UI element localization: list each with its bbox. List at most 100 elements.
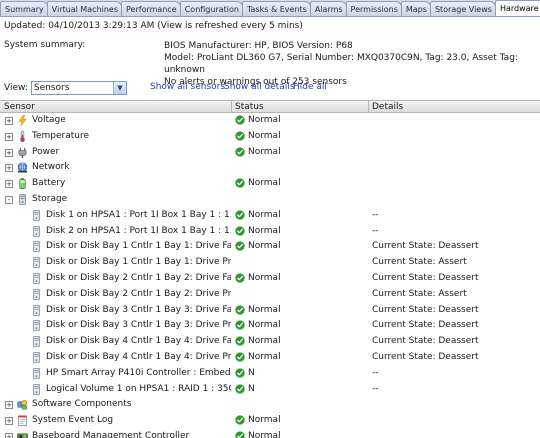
tab-performance[interactable]: Performance xyxy=(121,1,181,16)
status-cell: Normal xyxy=(235,352,281,362)
expand-icon[interactable]: + xyxy=(5,433,13,438)
status-ok-icon xyxy=(235,146,245,157)
disk-icon xyxy=(31,209,42,221)
table-row[interactable]: Disk or Disk Bay 2 Cntlr 1 Bay 2: Drive … xyxy=(0,287,540,303)
tab-storage-views[interactable]: Storage Views xyxy=(429,1,496,16)
system-summary: BIOS Manufacturer: HP, BIOS Version: P68… xyxy=(164,40,540,88)
sensor-name: Disk or Disk Bay 1 Cntlr 1 Bay 1: Drive … xyxy=(46,241,231,252)
table-row[interactable]: + Power Normal xyxy=(0,145,540,161)
table-row[interactable]: Disk 2 on HPSA1 : Port 1I Box 1 Bay 1 : … xyxy=(0,224,540,240)
show-all-details-link[interactable]: Show all details xyxy=(224,82,295,92)
status-text: N xyxy=(248,383,255,394)
table-row[interactable]: + Battery Normal xyxy=(0,176,540,192)
expand-icon[interactable]: + xyxy=(5,180,13,189)
status-cell: Normal xyxy=(235,115,281,125)
table-row[interactable]: Disk or Disk Bay 3 Cntlr 1 Bay 3: Drive … xyxy=(0,303,540,319)
tab-alarms[interactable]: Alarms xyxy=(309,1,347,16)
sensor-table: Sensor Status Details + Voltage Normal + Tem… xyxy=(0,100,540,438)
status-ok-icon xyxy=(235,225,245,236)
column-header-details[interactable]: Details xyxy=(372,102,403,112)
details-cell: Current State: Deassert xyxy=(372,273,479,283)
status-text: Normal xyxy=(248,431,281,438)
disk-icon xyxy=(31,241,42,253)
tab-tasks-events[interactable]: Tasks & Events xyxy=(241,1,311,16)
view-label: View: xyxy=(4,82,28,93)
details-cell: Current State: Assert xyxy=(372,288,467,299)
tab-summary[interactable]: Summary xyxy=(0,1,48,16)
disk-icon xyxy=(31,352,42,363)
tab-permissions[interactable]: Permissions xyxy=(345,1,402,16)
sensor-name: Power xyxy=(32,146,60,157)
sensor-name: Disk or Disk Bay 1 Cntlr 1 Bay 1: Drive … xyxy=(46,257,231,268)
details-cell: Current State: Deassert xyxy=(372,336,479,347)
status-cell: Normal xyxy=(235,336,281,346)
software-icon xyxy=(17,399,28,410)
status-ok-icon xyxy=(235,383,245,394)
disk-icon xyxy=(31,336,42,348)
tab-bar: Summary Virtual Machines Performance Config… xyxy=(0,0,540,17)
column-header-status[interactable]: Status xyxy=(235,102,264,112)
table-row[interactable]: + Voltage Normal xyxy=(0,113,540,129)
chevron-down-icon[interactable]: ▼ xyxy=(112,81,126,94)
status-text: Normal xyxy=(248,241,281,252)
expand-icon[interactable]: + xyxy=(5,117,13,125)
column-header-sensor[interactable]: Sensor xyxy=(4,102,35,112)
view-select[interactable]: Sensors ▼ xyxy=(30,80,127,95)
expand-icon[interactable]: + xyxy=(5,401,13,410)
status-ok-icon xyxy=(235,431,245,438)
column-divider[interactable] xyxy=(231,101,232,113)
expand-icon[interactable]: + xyxy=(5,132,13,141)
table-row[interactable]: Disk or Disk Bay 1 Cntlr 1 Bay 1: Drive … xyxy=(0,239,540,255)
status-text: Normal xyxy=(248,115,281,125)
tab-configuration[interactable]: Configuration xyxy=(179,1,243,16)
table-row[interactable]: Disk or Disk Bay 1 Cntlr 1 Bay 1: Drive … xyxy=(0,255,540,271)
sensor-name: Logical Volume 1 on HPSA1 : RAID 1 : 35G… xyxy=(46,383,231,394)
sensor-name: Battery xyxy=(32,178,66,189)
status-cell: N xyxy=(235,368,255,378)
table-row[interactable]: Disk or Disk Bay 2 Cntlr 1 Bay 2: Drive … xyxy=(0,271,540,287)
tab-virtual-machines[interactable]: Virtual Machines xyxy=(46,1,123,16)
table-row[interactable]: Logical Volume 1 on HPSA1 : RAID 1 : 35G… xyxy=(0,382,540,398)
collapse-icon[interactable]: - xyxy=(5,196,13,204)
table-header: Sensor Status Details xyxy=(0,100,540,113)
model-info: Model: ProLiant DL360 G7, Serial Number:… xyxy=(164,53,518,75)
status-text: Normal xyxy=(248,225,281,236)
expand-icon[interactable]: + xyxy=(5,164,13,173)
table-row[interactable]: + System Event Log Normal xyxy=(0,413,540,429)
details-cell: Current State: Deassert xyxy=(372,241,479,252)
table-row[interactable]: + Temperature Normal xyxy=(0,129,540,145)
details-cell: -- xyxy=(372,367,379,378)
status-ok-icon xyxy=(235,273,245,283)
details-cell: Current State: Assert xyxy=(372,257,467,268)
tab-hardware-status[interactable]: Hardware Status xyxy=(494,0,540,16)
status-text: Normal xyxy=(248,352,281,362)
status-ok-icon xyxy=(235,415,245,425)
status-text: Normal xyxy=(248,304,281,315)
status-cell: Normal xyxy=(235,147,281,157)
table-row[interactable]: HP Smart Array P410i Controller : Embedd… xyxy=(0,366,540,382)
battery-icon xyxy=(17,178,28,190)
status-cell: N xyxy=(235,384,255,394)
column-divider[interactable] xyxy=(368,101,369,113)
table-row[interactable]: Disk or Disk Bay 4 Cntlr 1 Bay 4: Drive … xyxy=(0,334,540,350)
expand-icon[interactable]: + xyxy=(5,148,13,157)
status-cell: Normal xyxy=(235,431,281,438)
expand-icon[interactable]: + xyxy=(5,417,13,426)
sensor-name: Disk 2 on HPSA1 : Port 1I Box 1 Bay 1 : … xyxy=(46,225,231,236)
table-row[interactable]: Disk or Disk Bay 4 Cntlr 1 Bay 4: Drive … xyxy=(0,350,540,366)
sensor-name: Disk or Disk Bay 2 Cntlr 1 Bay 2: Drive … xyxy=(46,273,231,283)
status-cell: Normal xyxy=(235,305,281,315)
voltage-icon xyxy=(17,114,28,127)
table-row[interactable]: + Network xyxy=(0,160,540,176)
table-row[interactable]: - Storage xyxy=(0,192,540,208)
table-row[interactable]: Disk 1 on HPSA1 : Port 1I Box 1 Bay 1 : … xyxy=(0,208,540,224)
hide-all-link[interactable]: Hide all xyxy=(293,82,327,92)
tab-maps[interactable]: Maps xyxy=(400,1,431,16)
show-all-sensors-link[interactable]: Show all sensors xyxy=(150,82,225,92)
table-row[interactable]: + Software Components xyxy=(0,397,540,413)
status-ok-icon xyxy=(235,368,245,378)
table-row[interactable]: Disk or Disk Bay 3 Cntlr 1 Bay 3: Drive … xyxy=(0,318,540,334)
table-row[interactable]: + Baseboard Management Controller Normal xyxy=(0,429,540,438)
sensor-name: Disk or Disk Bay 3 Cntlr 1 Bay 3: Drive … xyxy=(46,320,231,331)
disk-icon xyxy=(31,304,42,316)
